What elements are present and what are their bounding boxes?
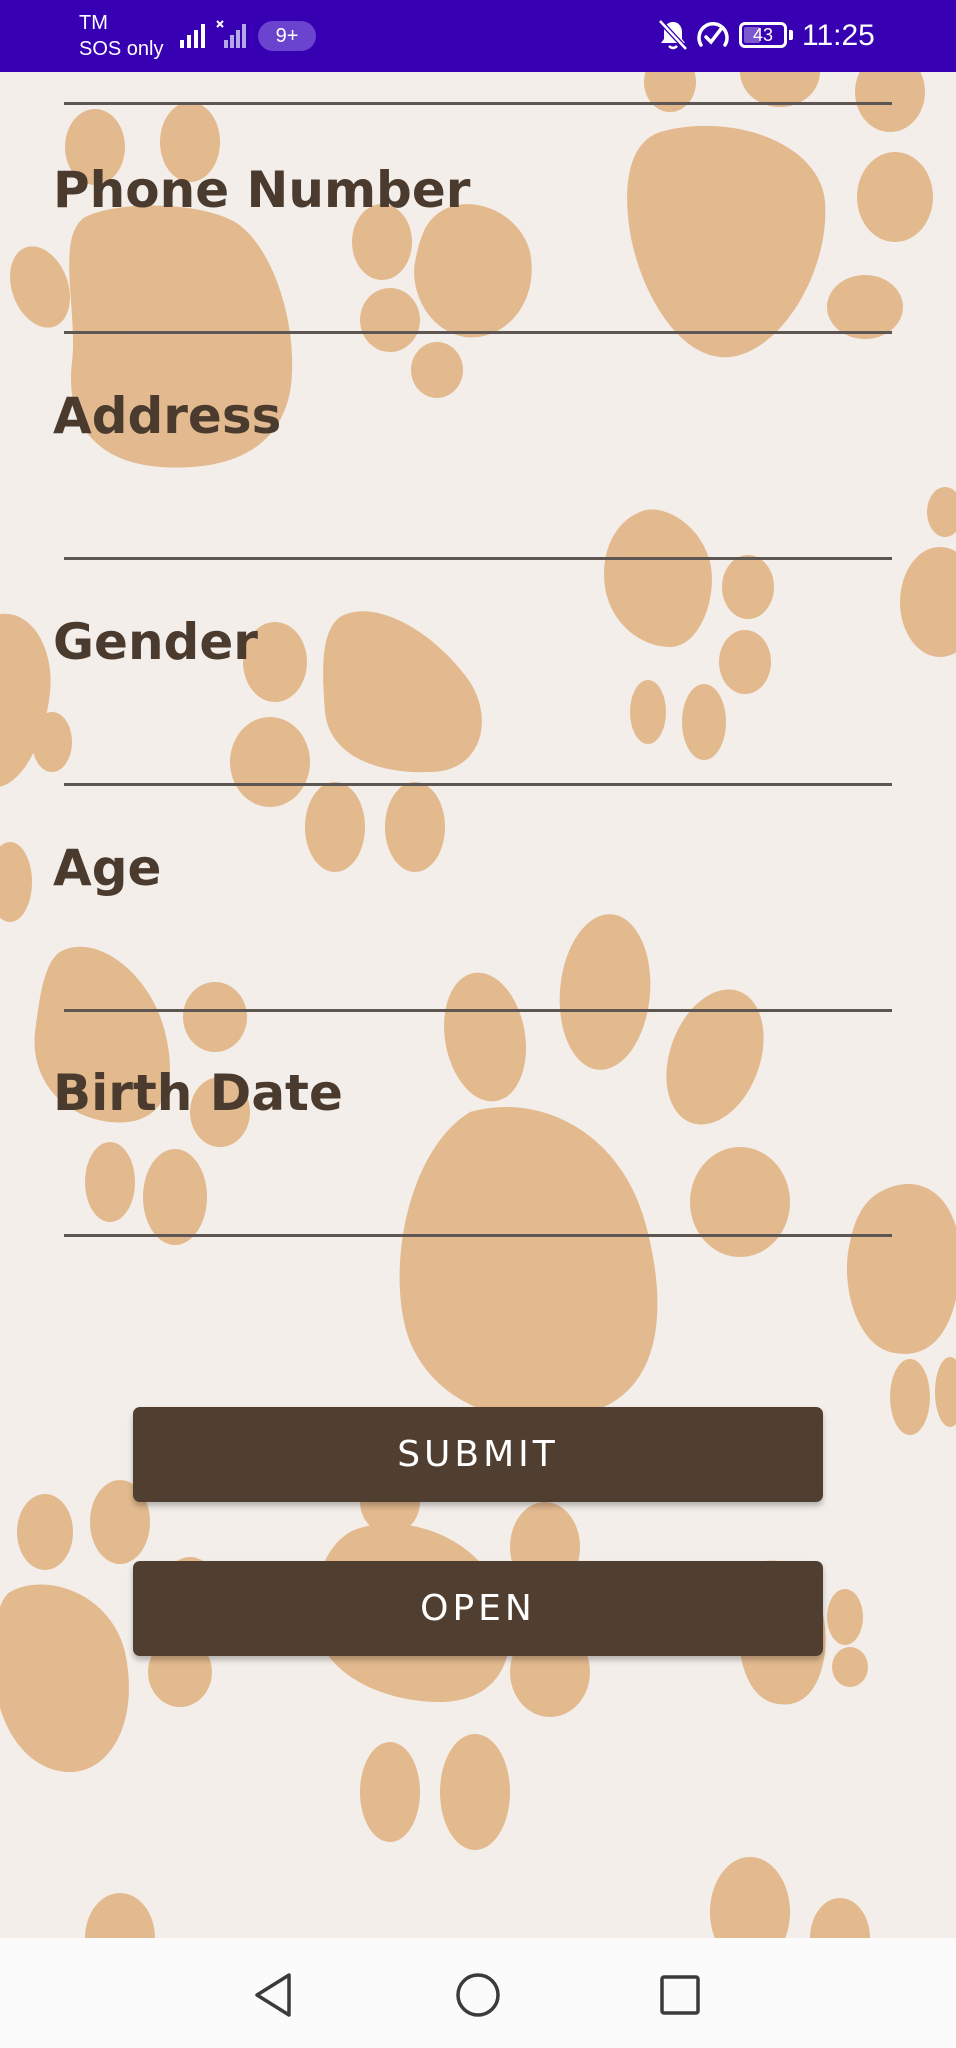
submit-button[interactable]: SUBMIT	[133, 1407, 823, 1502]
gender-input[interactable]	[64, 716, 892, 786]
phone-number-label: Phone Number	[53, 161, 471, 219]
home-circle-icon[interactable]	[446, 1963, 510, 2027]
battery-tip	[789, 30, 793, 40]
recents-square-icon[interactable]	[648, 1963, 712, 2027]
bell-off-icon	[658, 19, 688, 51]
birth-date-label: Birth Date	[53, 1064, 343, 1122]
signal-icon	[180, 24, 205, 48]
address-label: Address	[53, 387, 282, 445]
status-bar: TM SOS only 9+ 43 11:25	[0, 0, 956, 72]
carrier-name: TM	[79, 12, 108, 34]
previous-field-underline	[64, 75, 892, 105]
form-screen: Phone Number Address Gender Age Birth Da…	[0, 72, 956, 1938]
data-saver-icon	[697, 22, 729, 47]
birth-date-input[interactable]	[64, 1167, 892, 1237]
battery-icon: 43	[739, 22, 787, 48]
battery-percent: 43	[752, 25, 774, 45]
notification-badge: 9+	[258, 21, 316, 51]
no-signal-icon	[216, 20, 246, 48]
navigation-bar	[0, 1938, 956, 2048]
age-input[interactable]	[64, 942, 892, 1012]
carrier-status: SOS only	[79, 38, 164, 60]
carrier-info: TM SOS only	[79, 10, 163, 62]
age-label: Age	[53, 839, 162, 897]
open-button[interactable]: OPEN	[133, 1561, 823, 1656]
address-input[interactable]	[64, 490, 892, 560]
phone-number-input[interactable]	[64, 264, 892, 334]
gender-label: Gender	[53, 613, 258, 671]
back-triangle-icon[interactable]	[241, 1963, 305, 2027]
clock: 11:25	[802, 19, 875, 52]
